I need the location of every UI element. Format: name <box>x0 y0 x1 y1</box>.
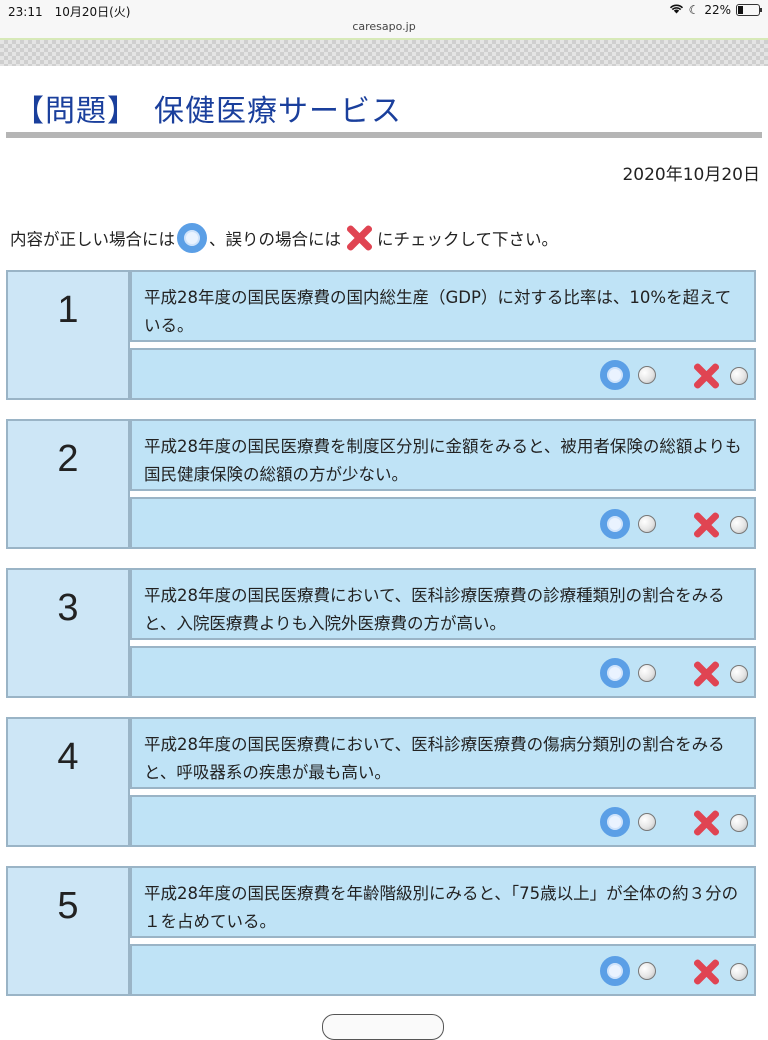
instruction-part1: 内容が正しい場合には <box>10 230 175 249</box>
moon-icon: ☾ <box>688 3 700 17</box>
answer-row <box>130 944 756 996</box>
question-block: 4 平成28年度の国民医療費において、医科診療医療費の傷病分類別の割合をみると、… <box>6 717 760 847</box>
date-label: 2020年10月20日 <box>622 165 760 185</box>
header-pattern <box>0 38 768 66</box>
question-number: 1 <box>6 270 130 400</box>
page-title: 【問題】 保健医療サービス <box>14 94 402 129</box>
question-text: 平成28年度の国民医療費を制度区分別に金額をみると、被用者保険の総額よりも国民健… <box>130 419 756 491</box>
answer-wrong-option[interactable] <box>688 360 748 392</box>
answer-wrong-option[interactable] <box>688 509 748 541</box>
wifi-icon <box>669 3 684 17</box>
answer-correct-option[interactable] <box>598 807 656 837</box>
wrong-radio[interactable] <box>730 367 748 385</box>
wrong-radio[interactable] <box>730 814 748 832</box>
correct-circle-icon <box>600 658 630 688</box>
title-divider <box>6 132 762 138</box>
address-bar[interactable]: caresapo.jp <box>0 18 768 38</box>
correct-circle-icon <box>600 807 630 837</box>
question-number: 5 <box>6 866 130 996</box>
submit-button[interactable] <box>322 1014 444 1040</box>
question-text: 平成28年度の国民医療費を年齢階級別にみると、「75歳以上」が全体の約３分の１を… <box>130 866 756 938</box>
wrong-cross-icon <box>690 658 722 690</box>
wrong-cross-icon <box>690 509 722 541</box>
wrong-cross-icon <box>690 807 722 839</box>
wrong-radio[interactable] <box>730 963 748 981</box>
question-number: 3 <box>6 568 130 698</box>
correct-circle-icon <box>177 223 207 253</box>
status-indicators: ☾ 22% <box>669 3 762 17</box>
answer-correct-option[interactable] <box>598 509 656 539</box>
correct-circle-icon <box>600 956 630 986</box>
question-text: 平成28年度の国民医療費において、医科診療医療費の診療種類別の割合をみると、入院… <box>130 568 756 640</box>
wrong-cross-icon <box>690 956 722 988</box>
correct-radio[interactable] <box>638 813 656 831</box>
wrong-cross-icon <box>343 222 375 254</box>
question-number: 4 <box>6 717 130 847</box>
correct-radio[interactable] <box>638 664 656 682</box>
answer-wrong-option[interactable] <box>688 807 748 839</box>
correct-circle-icon <box>600 509 630 539</box>
instruction-part2: 、誤りの場合には <box>209 230 341 249</box>
instruction-text: 内容が正しい場合には 、誤りの場合には にチェックして下さい。 <box>10 222 558 254</box>
wrong-cross-icon <box>690 360 722 392</box>
question-number: 2 <box>6 419 130 549</box>
question-block: 5 平成28年度の国民医療費を年齢階級別にみると、「75歳以上」が全体の約３分の… <box>6 866 760 996</box>
battery-icon <box>736 4 762 16</box>
question-text: 平成28年度の国民医療費において、医科診療医療費の傷病分類別の割合をみると、呼吸… <box>130 717 756 789</box>
correct-radio[interactable] <box>638 366 656 384</box>
answer-row <box>130 348 756 400</box>
question-block: 3 平成28年度の国民医療費において、医科診療医療費の診療種類別の割合をみると、… <box>6 568 760 698</box>
answer-correct-option[interactable] <box>598 360 656 390</box>
answer-row <box>130 646 756 698</box>
question-block: 1 平成28年度の国民医療費の国内総生産（GDP）に対する比率は、10%を超えて… <box>6 270 760 400</box>
battery-percent: 22% <box>704 3 731 17</box>
answer-correct-option[interactable] <box>598 658 656 688</box>
answer-wrong-option[interactable] <box>688 956 748 988</box>
answer-wrong-option[interactable] <box>688 658 748 690</box>
question-text: 平成28年度の国民医療費の国内総生産（GDP）に対する比率は、10%を超えている… <box>130 270 756 342</box>
correct-circle-icon <box>600 360 630 390</box>
instruction-part3: にチェックして下さい。 <box>377 230 559 249</box>
answer-row <box>130 497 756 549</box>
correct-radio[interactable] <box>638 962 656 980</box>
correct-radio[interactable] <box>638 515 656 533</box>
question-block: 2 平成28年度の国民医療費を制度区分別に金額をみると、被用者保険の総額よりも国… <box>6 419 760 549</box>
answer-row <box>130 795 756 847</box>
wrong-radio[interactable] <box>730 516 748 534</box>
answer-correct-option[interactable] <box>598 956 656 986</box>
wrong-radio[interactable] <box>730 665 748 683</box>
